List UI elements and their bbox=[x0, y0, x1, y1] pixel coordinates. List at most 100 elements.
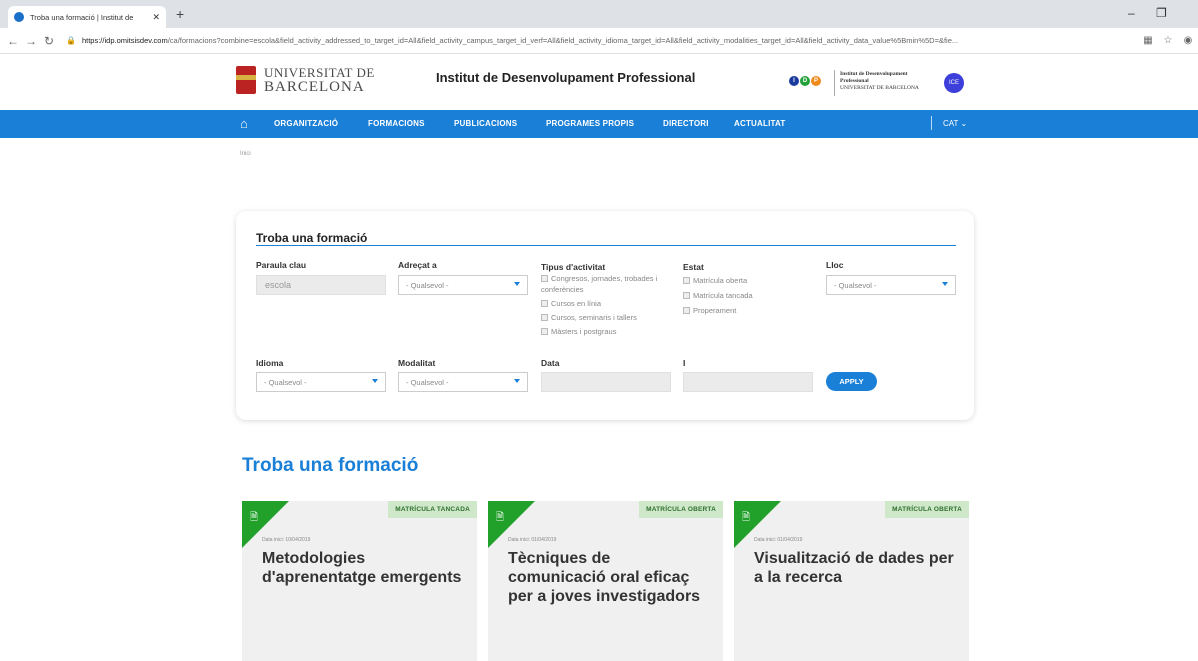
card-title[interactable]: Tècniques de comunicació oral eficaç per… bbox=[508, 549, 708, 606]
url-path: /ca/formacions?combine=escola&field_acti… bbox=[167, 36, 959, 45]
main-navigation: ⌂ ORGANITZACIÓ FORMACIONS PUBLICACIONS P… bbox=[0, 110, 1198, 138]
modality-select[interactable]: - Qualsevol - bbox=[398, 372, 528, 392]
idp-logo-letter-i: I bbox=[789, 76, 799, 86]
nav-item-actualitat[interactable]: ACTUALITAT bbox=[734, 119, 785, 128]
university-shield-icon bbox=[236, 66, 256, 94]
place-select[interactable]: - Qualsevol - bbox=[826, 275, 956, 295]
date-to-input[interactable] bbox=[683, 372, 813, 392]
tab-title: Troba una formació | Institut de bbox=[30, 12, 134, 22]
nav-item-directori[interactable]: DIRECTORI bbox=[663, 119, 709, 128]
filter-panel: Troba una formació Paraula clau escola A… bbox=[236, 211, 974, 420]
keyword-label: Paraula clau bbox=[256, 260, 307, 270]
nav-divider bbox=[931, 116, 932, 130]
nav-item-publicacions[interactable]: PUBLICACIONS bbox=[454, 119, 517, 128]
card-start-date: Data inici: 01/04/2019 bbox=[508, 537, 557, 543]
checkbox[interactable] bbox=[541, 314, 548, 321]
activity-type-option[interactable]: Cursos, seminaris i tallers bbox=[541, 312, 661, 323]
language-selector[interactable]: CAT ⌄ bbox=[943, 119, 967, 128]
status-options: Matrícula oberta Matrícula tancada Prope… bbox=[683, 273, 753, 318]
apply-button[interactable]: APPLY bbox=[826, 372, 877, 391]
site-header: UNIVERSITAT DE BARCELONA Institut de Des… bbox=[0, 54, 1198, 110]
reload-icon[interactable]: ↻ bbox=[40, 34, 58, 48]
card-start-date: Data inici: 10/04/2019 bbox=[262, 537, 311, 543]
activity-type-option[interactable]: Cursos en línia bbox=[541, 298, 661, 309]
home-icon[interactable]: ⌂ bbox=[240, 116, 248, 131]
chevron-down-icon bbox=[514, 379, 520, 383]
university-logo-line1: UNIVERSITAT DE bbox=[264, 65, 375, 80]
activity-type-option[interactable]: Màsters i postgraus bbox=[541, 326, 661, 337]
idp-logo-text: Institut de Desenvolupament Professional… bbox=[840, 71, 919, 92]
restore-window-button[interactable]: ❐ bbox=[1156, 6, 1167, 20]
logo-divider bbox=[834, 70, 835, 96]
idp-logo-letter-p: P bbox=[811, 76, 821, 86]
bookmark-star-icon[interactable]: ☆ bbox=[1158, 35, 1178, 46]
course-card[interactable]: 🗎 MATRÍCULA OBERTA Data inici: 01/04/201… bbox=[488, 501, 723, 661]
checkbox[interactable] bbox=[683, 307, 690, 314]
date-from-input[interactable] bbox=[541, 372, 671, 392]
status-option[interactable]: Matrícula tancada bbox=[683, 288, 753, 303]
addressed-label: Adreçat a bbox=[398, 260, 437, 270]
chevron-down-icon bbox=[942, 282, 948, 286]
site-favicon-icon bbox=[14, 12, 24, 22]
idp-text-line3: UNIVERSITAT DE BARCELONA bbox=[840, 85, 919, 91]
language-select-value: - Qualsevol - bbox=[264, 378, 307, 387]
keyword-input[interactable]: escola bbox=[256, 275, 386, 295]
activity-type-label: Tipus d'activitat bbox=[541, 262, 606, 272]
place-label: Lloc bbox=[826, 260, 844, 270]
url-field[interactable]: 🔒 https://idp.omitsisdev.com/ca/formacio… bbox=[66, 36, 1130, 45]
addressed-select-value: - Qualsevol - bbox=[406, 281, 449, 290]
breadcrumb[interactable]: Inici bbox=[240, 151, 251, 157]
lock-icon: 🔒 bbox=[66, 36, 76, 45]
university-logo[interactable]: UNIVERSITAT DE BARCELONA bbox=[236, 65, 375, 95]
place-select-value: - Qualsevol - bbox=[834, 281, 877, 290]
browser-tab[interactable]: Troba una formació | Institut de ✕ bbox=[8, 6, 166, 28]
nav-item-organitzacio[interactable]: ORGANITZACIÓ bbox=[274, 119, 338, 128]
url-host: https://idp.omitsisdev.com bbox=[81, 36, 168, 45]
nav-item-programes-propis[interactable]: PROGRAMES PROPIS bbox=[546, 119, 634, 128]
course-card[interactable]: 🗎 MATRÍCULA TANCADA Data inici: 10/04/20… bbox=[242, 501, 477, 661]
activity-type-options: Congresos, jornades, trobades i conferèn… bbox=[541, 273, 661, 337]
filter-title-rule bbox=[256, 245, 956, 246]
status-badge: MATRÍCULA OBERTA bbox=[639, 501, 723, 518]
document-icon: 🗎 bbox=[250, 512, 259, 523]
checkbox[interactable] bbox=[541, 300, 548, 307]
idp-logo[interactable]: I D P bbox=[789, 76, 822, 86]
language-select[interactable]: - Qualsevol - bbox=[256, 372, 386, 392]
back-arrow-icon[interactable]: ← bbox=[4, 34, 22, 48]
chevron-down-icon bbox=[372, 379, 378, 383]
course-card[interactable]: 🗎 MATRÍCULA OBERTA Data inici: 01/04/201… bbox=[734, 501, 969, 661]
checkbox[interactable] bbox=[541, 328, 548, 335]
date-label: Data bbox=[541, 358, 560, 368]
checkbox[interactable] bbox=[683, 277, 690, 284]
site-title: Institut de Desenvolupament Professional bbox=[436, 70, 696, 85]
new-tab-button[interactable]: + bbox=[176, 6, 184, 22]
checkbox[interactable] bbox=[683, 292, 690, 299]
language-label: Idioma bbox=[256, 358, 284, 368]
filter-title: Troba una formació bbox=[256, 231, 368, 245]
browser-tab-bar: Troba una formació | Institut de ✕ + – ❐ bbox=[0, 0, 1198, 28]
address-bar: ← → ↻ 🔒 https://idp.omitsisdev.com/ca/fo… bbox=[0, 28, 1198, 54]
status-label: Estat bbox=[683, 262, 704, 272]
status-option[interactable]: Matrícula oberta bbox=[683, 273, 753, 288]
ice-logo[interactable]: ICE bbox=[944, 73, 964, 93]
minimize-window-button[interactable]: – bbox=[1128, 6, 1135, 20]
addressed-select[interactable]: - Qualsevol - bbox=[398, 275, 528, 295]
card-title[interactable]: Visualització de dades per a la recerca bbox=[754, 549, 954, 587]
idp-text-line2: Professional bbox=[840, 78, 869, 84]
translate-icon[interactable]: ▦ bbox=[1138, 35, 1158, 46]
document-icon: 🗎 bbox=[742, 512, 751, 523]
profile-icon[interactable]: ◉ bbox=[1178, 35, 1198, 46]
card-title[interactable]: Metodologies d'aprenentatge emergents bbox=[262, 549, 462, 587]
nav-item-formacions[interactable]: FORMACIONS bbox=[368, 119, 425, 128]
idp-logo-letter-d: D bbox=[800, 76, 810, 86]
checkbox[interactable] bbox=[541, 275, 548, 282]
idp-text-line1: Institut de Desenvolupament bbox=[840, 71, 908, 77]
chevron-down-icon bbox=[514, 282, 520, 286]
modality-label: Modalitat bbox=[398, 358, 436, 368]
university-logo-line2: BARCELONA bbox=[264, 79, 365, 95]
status-option[interactable]: Properament bbox=[683, 303, 753, 318]
results-heading: Troba una formació bbox=[242, 455, 419, 476]
forward-arrow-icon[interactable]: → bbox=[22, 34, 40, 48]
close-tab-icon[interactable]: ✕ bbox=[152, 12, 160, 23]
activity-type-option[interactable]: Congresos, jornades, trobades i conferèn… bbox=[541, 273, 661, 295]
